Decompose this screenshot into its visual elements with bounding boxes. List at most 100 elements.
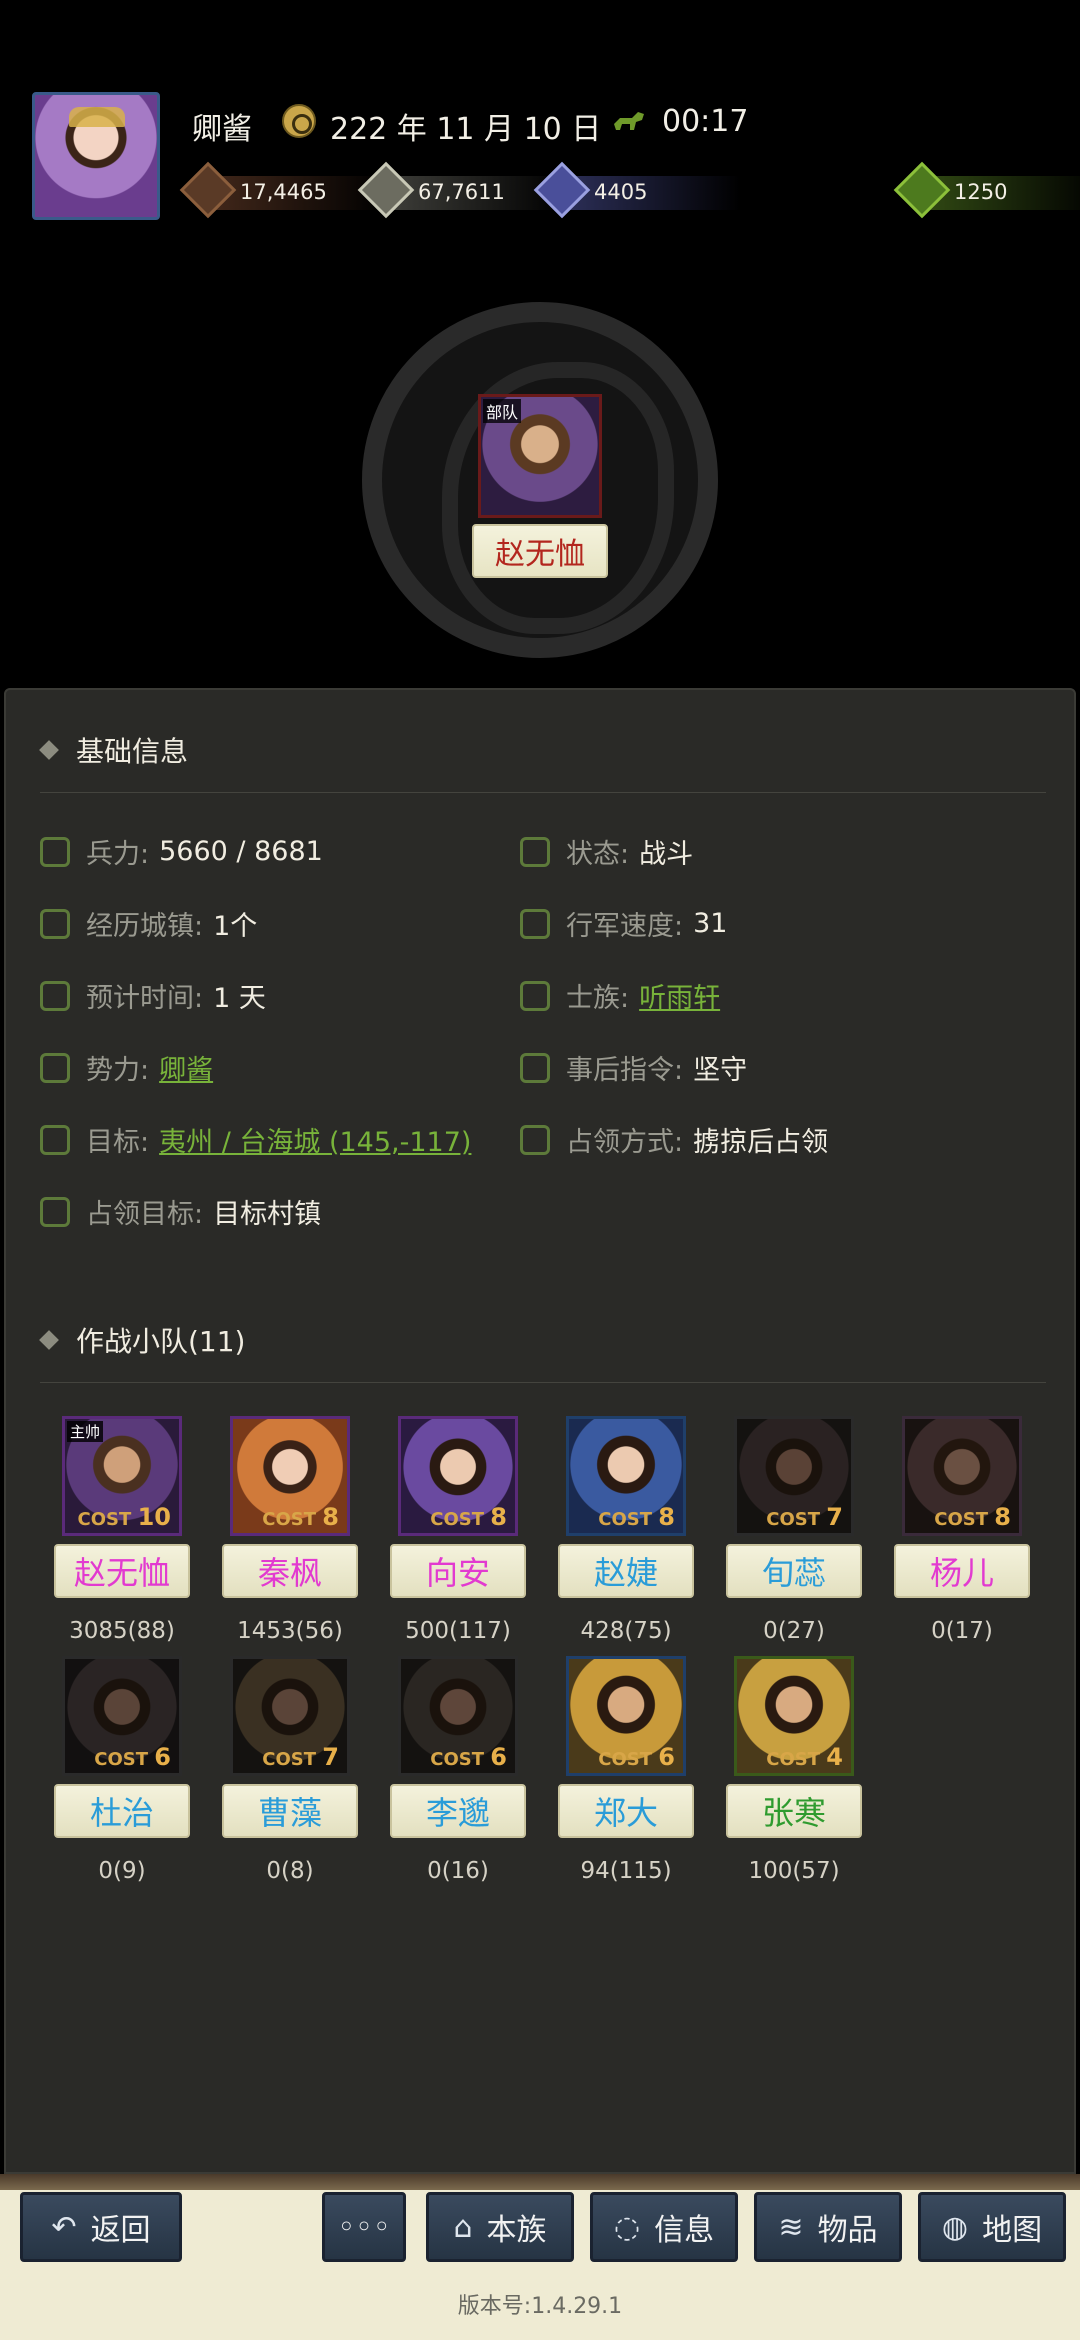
info-status: 状态: 战斗 (520, 832, 693, 871)
info-target: 目标: 夷州 / 台海城 (145,-117) (40, 1120, 471, 1159)
member-troop-count: 1453(56) (237, 1618, 343, 1644)
troop-name-button[interactable]: 赵无恤 (472, 524, 608, 578)
cost-label: COST 7 (262, 1743, 339, 1771)
clan-button[interactable]: ⌂ 本族 (426, 2192, 574, 2262)
info-speed: 行军速度: 31 (520, 904, 727, 943)
member-name-button[interactable]: 曹藻 (222, 1784, 358, 1838)
clan-icon (520, 980, 550, 1011)
member-portrait[interactable]: COST 7 (734, 1416, 854, 1536)
info-troops: 兵力: 5660 / 8681 (40, 832, 323, 871)
diamond-bullet-icon (39, 1330, 59, 1350)
resource-money[interactable]: 17,4465 (179, 161, 386, 219)
member-portrait[interactable]: COST 8 (398, 1416, 518, 1536)
info-button[interactable]: ◌ 信息 (590, 2192, 738, 2262)
items-icon: ≋ (778, 2209, 804, 2245)
member-portrait[interactable]: COST 8 (230, 1416, 350, 1536)
calendar-icon (282, 104, 316, 138)
info-occupy-target: 占领目标: 目标村镇 (40, 1192, 321, 1231)
member-name-button[interactable]: 杨儿 (894, 1544, 1030, 1598)
member-name-button[interactable]: 郑大 (558, 1784, 694, 1838)
member-portrait[interactable]: COST 7 (230, 1656, 350, 1776)
cost-label: COST 7 (766, 1503, 843, 1531)
cost-label: COST 8 (262, 1503, 339, 1531)
divider (40, 1382, 1046, 1383)
fist-icon (520, 836, 550, 867)
back-button[interactable]: ↶ 返回 (20, 2192, 182, 2262)
diamond-bullet-icon (39, 740, 59, 760)
member-portrait[interactable]: COST 8 (566, 1416, 686, 1536)
cost-label: COST 8 (430, 1503, 507, 1531)
resource-soldiers[interactable]: 4405 (533, 161, 740, 219)
basic-info-title: 基础信息 (39, 730, 188, 770)
more-button[interactable]: ◦◦◦ (322, 2192, 406, 2262)
info-towns: 经历城镇: 1个 (40, 904, 257, 943)
info-after-order: 事后指令: 坚守 (520, 1048, 747, 1087)
cost-label: COST 4 (766, 1743, 843, 1771)
troop-portrait[interactable]: 部队 (478, 394, 602, 518)
troop-detail-panel: 基础信息 兵力: 5660 / 8681 经历城镇: 1个 预计时间: 1 天 … (4, 688, 1076, 2174)
resource-grain[interactable]: 67,7611 (357, 161, 564, 219)
member-name-button[interactable]: 旬蕊 (726, 1544, 862, 1598)
divider (40, 792, 1046, 793)
top-header: 卿酱 222 年 11 月 10 日 00:17 17,4465 67,7611… (0, 0, 1080, 260)
player-avatar[interactable] (32, 92, 160, 220)
cost-label: COST 6 (94, 1743, 171, 1771)
member-troop-count: 0(17) (931, 1618, 993, 1644)
member-name-button[interactable]: 向安 (390, 1544, 526, 1598)
cost-label: COST 8 (934, 1503, 1011, 1531)
leader-tag: 主帅 (67, 1421, 104, 1442)
bottom-navigation: ↶ 返回 ◦◦◦ ⌂ 本族 ◌ 信息 ≋ 物品 ◍ 地图 版本号:1.4.29.… (0, 2174, 1080, 2340)
decorative-rail (0, 2174, 1080, 2190)
clock-icon (40, 980, 70, 1011)
member-troop-count: 0(8) (266, 1858, 314, 1884)
clan-icon: ⌂ (453, 2209, 473, 2245)
cost-label: COST 6 (598, 1743, 675, 1771)
member-name-button[interactable]: 赵婕 (558, 1544, 694, 1598)
more-dots-icon: ◦◦◦ (337, 2209, 391, 2245)
clan-link[interactable]: 听雨轩 (639, 976, 720, 1015)
member-troop-count: 0(16) (427, 1858, 489, 1884)
horse-icon (614, 112, 644, 130)
member-portrait[interactable]: COST 8 (902, 1416, 1022, 1536)
info-clan: 士族: 听雨轩 (520, 976, 720, 1015)
resource-gems[interactable]: 1250 (893, 161, 1080, 219)
member-name-button[interactable]: 张寒 (726, 1784, 862, 1838)
map-button[interactable]: ◍ 地图 (918, 2192, 1066, 2262)
faction-link[interactable]: 卿酱 (159, 1048, 213, 1087)
cost-label: COST 10 (77, 1503, 171, 1531)
member-name-button[interactable]: 李邈 (390, 1784, 526, 1838)
mountain-icon (40, 1052, 70, 1083)
game-date: 222 年 11 月 10 日 (330, 112, 602, 147)
badge-icon (40, 1196, 70, 1227)
member-troop-count: 428(75) (580, 1618, 672, 1644)
target-link[interactable]: 夷州 / 台海城 (145,-117) (159, 1120, 471, 1159)
member-name-button[interactable]: 杜治 (54, 1784, 190, 1838)
member-troop-count: 3085(88) (69, 1618, 175, 1644)
member-name-button[interactable]: 赵无恤 (54, 1544, 190, 1598)
member-troop-count: 0(9) (98, 1858, 146, 1884)
member-troop-count: 0(27) (763, 1618, 825, 1644)
member-portrait[interactable]: COST 4 (734, 1656, 854, 1776)
back-arrow-icon: ↶ (51, 2209, 77, 2245)
member-name-button[interactable]: 秦枫 (222, 1544, 358, 1598)
member-portrait[interactable]: COST 6 (398, 1656, 518, 1776)
items-button[interactable]: ≋ 物品 (754, 2192, 902, 2262)
squad-title: 作战小队(11) (39, 1320, 245, 1360)
member-portrait[interactable]: 主帅 COST 10 (62, 1416, 182, 1536)
person-icon (40, 836, 70, 867)
game-time: 00:17 (662, 104, 749, 139)
version-label: 版本号:1.4.29.1 (457, 2294, 623, 2319)
troop-tag: 部队 (483, 399, 522, 423)
player-name: 卿酱 (192, 112, 252, 147)
route-icon (520, 908, 550, 939)
gate-icon (40, 1124, 70, 1155)
member-troop-count: 100(57) (748, 1858, 840, 1884)
dragon-icon (520, 1052, 550, 1083)
info-occupy-mode: 占领方式: 掳掠后占领 (520, 1120, 828, 1159)
member-portrait[interactable]: COST 6 (62, 1656, 182, 1776)
cost-label: COST 8 (598, 1503, 675, 1531)
checkbox-icon (520, 1124, 550, 1155)
member-portrait[interactable]: COST 6 (566, 1656, 686, 1776)
chat-bubble-icon: ◌ (613, 2209, 641, 2245)
path-icon (40, 908, 70, 939)
